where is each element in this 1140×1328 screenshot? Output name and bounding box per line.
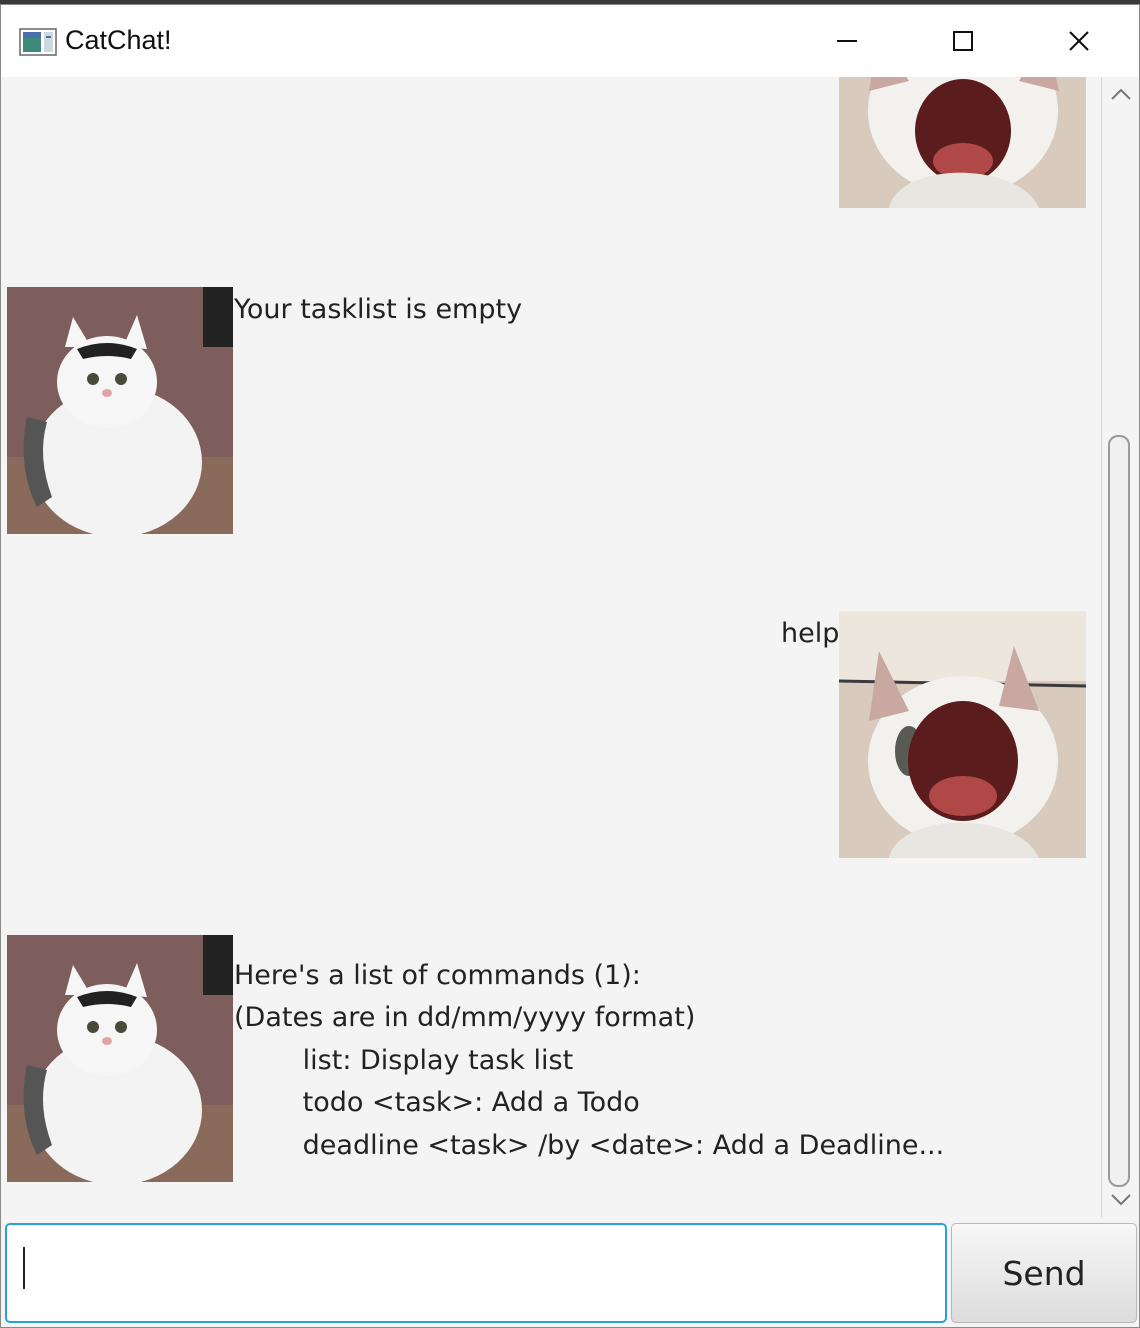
input-bar: Send xyxy=(1,1217,1139,1327)
chevron-up-icon xyxy=(1110,88,1131,100)
bot-message-line: deadline <task> /by <date>: Add a Deadli… xyxy=(234,1130,945,1161)
close-icon xyxy=(1069,31,1089,51)
chat-scroll-pane[interactable]: Your tasklist is empty help Here's a lis… xyxy=(1,77,1101,1217)
maximize-button[interactable] xyxy=(905,5,1021,77)
bot-message-line: Here's a list of commands (1): xyxy=(234,960,641,991)
catchat-window: CatChat! Your tasklist is empty help Her… xyxy=(0,4,1140,1328)
bot-message-line: list: Display task list xyxy=(234,1045,574,1076)
vertical-scrollbar[interactable] xyxy=(1101,77,1139,1217)
send-button[interactable]: Send xyxy=(951,1223,1137,1323)
bot-message-line: (Dates are in dd/mm/yyyy format) xyxy=(234,1002,696,1033)
chevron-down-icon xyxy=(1110,1194,1131,1206)
window-title: CatChat! xyxy=(65,25,172,55)
minimize-button[interactable] xyxy=(789,5,905,77)
user-message-text: help xyxy=(781,618,840,649)
scroll-down-button[interactable] xyxy=(1102,1183,1139,1217)
bot-message-text: Your tasklist is empty xyxy=(234,294,523,325)
close-button[interactable] xyxy=(1021,5,1137,77)
user-avatar xyxy=(839,611,1086,858)
text-caret xyxy=(23,1247,25,1289)
bot-message-line: todo <task>: Add a Todo xyxy=(234,1087,640,1118)
app-window-icon xyxy=(19,28,57,56)
scroll-thumb[interactable] xyxy=(1108,435,1130,1187)
bot-avatar xyxy=(7,935,233,1182)
maximize-icon xyxy=(953,31,973,51)
scroll-up-button[interactable] xyxy=(1102,77,1139,111)
user-avatar xyxy=(839,77,1086,208)
message-input[interactable] xyxy=(5,1223,947,1323)
title-bar[interactable]: CatChat! xyxy=(1,5,1139,78)
minimize-icon xyxy=(837,40,857,42)
bot-avatar xyxy=(7,287,233,534)
